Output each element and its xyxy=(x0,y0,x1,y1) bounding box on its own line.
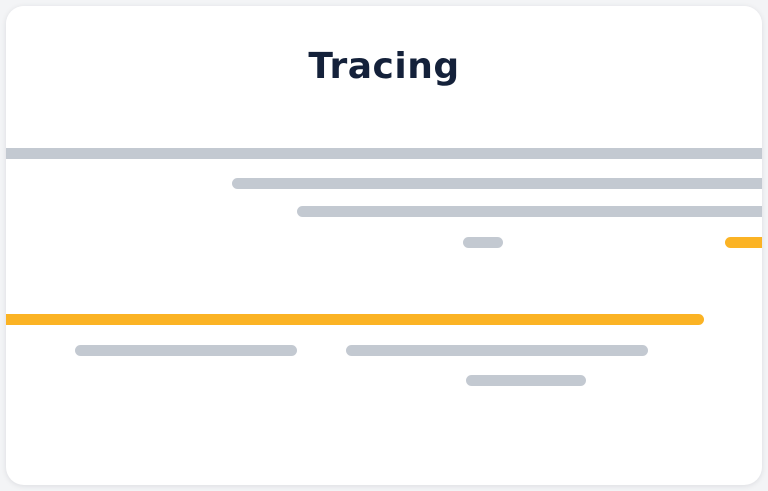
trace-span-bar[interactable] xyxy=(232,178,762,189)
trace-span-bar[interactable] xyxy=(297,206,762,217)
tracing-card: Tracing xyxy=(6,6,762,485)
trace-span-bar[interactable] xyxy=(346,345,648,356)
trace-span-bar-highlighted[interactable] xyxy=(725,237,762,248)
page-title: Tracing xyxy=(308,46,460,87)
header-panel: Tracing xyxy=(6,6,762,148)
header-divider xyxy=(6,148,762,159)
trace-span-bar[interactable] xyxy=(75,345,297,356)
trace-span-bar[interactable] xyxy=(463,237,503,248)
trace-span-bar[interactable] xyxy=(466,375,586,386)
trace-span-bar-highlighted[interactable] xyxy=(6,314,704,325)
